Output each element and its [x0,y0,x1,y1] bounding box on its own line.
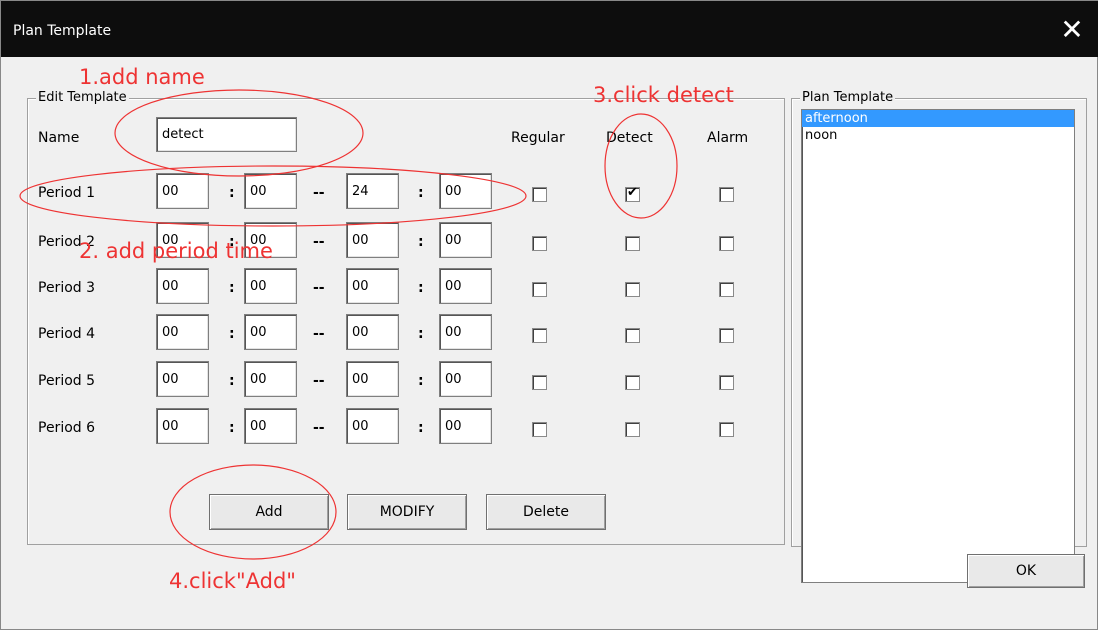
period-end-hour-input[interactable] [346,408,399,444]
checkmark-icon: ✔ [627,185,638,200]
period-end-hour-input[interactable] [346,268,399,304]
template-name-input[interactable] [156,117,297,152]
alarm-checkbox[interactable] [719,328,734,343]
period-label: Period 4 [38,326,96,342]
period-end-hour-input[interactable] [346,361,399,397]
detect-checkbox[interactable] [625,375,640,390]
period-start-minute-input[interactable] [244,268,297,304]
time-range-dash: -- [313,326,325,342]
time-range-dash: -- [313,185,325,201]
time-range-dash: -- [313,373,325,389]
plan-template-dialog: Plan Template ✕ Edit Template Name Regul… [0,0,1098,630]
regular-checkbox[interactable] [532,282,547,297]
time-colon: : [229,373,235,389]
alarm-checkbox[interactable] [719,282,734,297]
time-colon: : [418,326,424,342]
window-title: Plan Template [13,23,112,39]
time-range-dash: -- [313,234,325,250]
period-label: Period 5 [38,373,96,389]
period-label: Period 3 [38,280,96,296]
period-end-minute-input[interactable] [439,222,492,258]
time-colon: : [229,280,235,296]
period-start-hour-input[interactable] [156,314,209,350]
period-start-hour-input[interactable] [156,173,209,209]
ok-button[interactable]: OK [967,554,1085,588]
close-icon[interactable]: ✕ [1057,15,1087,45]
period-end-hour-input[interactable] [346,173,399,209]
time-range-dash: -- [313,420,325,436]
period-end-minute-input[interactable] [439,408,492,444]
annotation-step3: 3.click detect [593,83,734,107]
time-colon: : [229,326,235,342]
time-colon: : [418,234,424,250]
annotation-step1: 1.add name [79,65,205,89]
period-label: Period 1 [38,185,96,201]
detect-checkbox[interactable] [625,422,640,437]
plan-template-list-item[interactable]: noon [802,127,1074,144]
period-end-hour-input[interactable] [346,222,399,258]
modify-button[interactable]: MODIFY [347,494,467,530]
add-button[interactable]: Add [209,494,329,530]
column-regular-header: Regular [511,130,565,146]
period-start-minute-input[interactable] [244,173,297,209]
regular-checkbox[interactable] [532,187,547,202]
time-colon: : [418,420,424,436]
period-start-minute-input[interactable] [244,314,297,350]
period-start-hour-input[interactable] [156,408,209,444]
column-alarm-header: Alarm [707,130,749,146]
period-end-hour-input[interactable] [346,314,399,350]
period-start-hour-input[interactable] [156,361,209,397]
time-colon: : [418,280,424,296]
period-end-minute-input[interactable] [439,361,492,397]
title-bar: Plan Template ✕ [1,1,1098,57]
regular-checkbox[interactable] [532,422,547,437]
alarm-checkbox[interactable] [719,187,734,202]
period-start-hour-input[interactable] [156,268,209,304]
detect-checkbox[interactable] [625,328,640,343]
detect-checkbox[interactable] [625,236,640,251]
annotation-step2: 2. add period time [79,239,273,263]
edit-template-legend: Edit Template [36,90,129,105]
time-colon: : [418,373,424,389]
edit-template-group: Edit Template [27,90,785,545]
annotation-step4: 4.click"Add" [169,569,296,593]
period-end-minute-input[interactable] [439,268,492,304]
delete-button[interactable]: Delete [486,494,606,530]
period-start-minute-input[interactable] [244,408,297,444]
alarm-checkbox[interactable] [719,236,734,251]
period-start-minute-input[interactable] [244,361,297,397]
alarm-checkbox[interactable] [719,375,734,390]
plan-template-list-item[interactable]: afternoon [802,110,1074,127]
regular-checkbox[interactable] [532,236,547,251]
regular-checkbox[interactable] [532,375,547,390]
time-colon: : [229,185,235,201]
plan-template-legend: Plan Template [800,90,896,105]
column-detect-header: Detect [606,130,653,146]
time-range-dash: -- [313,280,325,296]
time-colon: : [229,420,235,436]
time-colon: : [418,185,424,201]
name-label: Name [38,130,80,146]
detect-checkbox[interactable]: ✔ [625,185,640,202]
period-label: Period 6 [38,420,96,436]
alarm-checkbox[interactable] [719,422,734,437]
plan-template-list[interactable]: afternoon noon [801,109,1075,583]
period-end-minute-input[interactable] [439,314,492,350]
period-end-minute-input[interactable] [439,173,492,209]
detect-checkbox[interactable] [625,282,640,297]
regular-checkbox[interactable] [532,328,547,343]
